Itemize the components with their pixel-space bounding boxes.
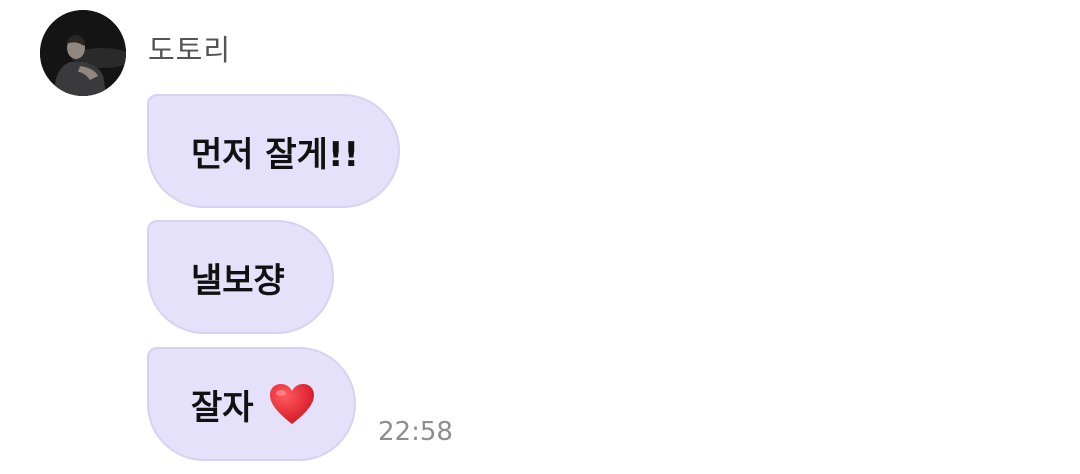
- red-heart-icon: [268, 382, 316, 426]
- sender-name: 도토리: [148, 33, 232, 67]
- message-text: 먼저 잘게!!: [191, 134, 359, 175]
- message-text: 잘자: [191, 387, 254, 428]
- message-timestamp: 22:58: [378, 417, 453, 447]
- chat-message-group: 도토리 먼저 잘게!! 낼보쟝 잘자 22:58: [0, 0, 1080, 474]
- message-bubble[interactable]: 먼저 잘게!!: [147, 94, 400, 208]
- message-bubble[interactable]: 낼보쟝: [147, 220, 334, 334]
- message-bubble[interactable]: 잘자: [147, 347, 356, 461]
- message-text: 낼보쟝: [191, 260, 285, 301]
- profile-photo-icon: [40, 10, 126, 96]
- avatar[interactable]: [40, 10, 126, 96]
